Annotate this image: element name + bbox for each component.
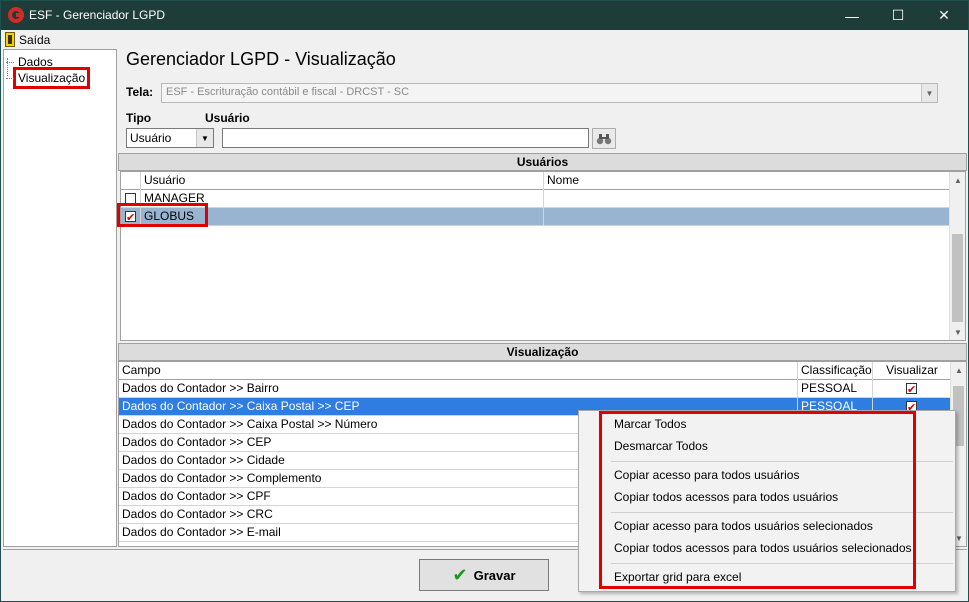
menu-separator — [611, 512, 953, 513]
cell-classificacao: PESSOAL — [798, 380, 873, 398]
menu-separator — [611, 563, 953, 564]
scroll-up-icon[interactable]: ▲ — [950, 172, 965, 188]
app-logo-icon — [8, 7, 24, 23]
gravar-label: Gravar — [473, 567, 516, 583]
col-campo[interactable]: Campo — [119, 362, 798, 380]
globus-highlight — [117, 203, 208, 227]
menu-item-exportar-excel[interactable]: Exportar grid para excel — [614, 567, 741, 587]
cell-nome — [544, 190, 951, 208]
tree-item-visualizacao[interactable]: Visualização — [5, 67, 91, 89]
row-checkbox[interactable] — [125, 193, 136, 204]
checkmark-icon: ✔ — [452, 564, 468, 586]
menu-item-copiar-acesso-selecionados[interactable]: Copiar acesso para todos usuários seleci… — [614, 516, 873, 536]
title-bar[interactable]: ESF - Gerenciador LGPD — ☐ ✕ — [1, 1, 968, 30]
vis-grid-header: Campo Classificação Visualizar — [119, 362, 952, 380]
tree-connector — [7, 58, 8, 76]
menu-item-copiar-todos-acessos-todos[interactable]: Copiar todos acessos para todos usuários — [614, 487, 838, 507]
window-title: ESF - Gerenciador LGPD — [29, 8, 166, 22]
scroll-thumb[interactable] — [952, 234, 963, 322]
cell-campo: Dados do Contador >> Bairro — [119, 380, 798, 398]
maximize-button[interactable]: ☐ — [875, 1, 921, 30]
menu-item-copiar-acesso-todos[interactable]: Copiar acesso para todos usuários — [614, 465, 799, 485]
menu-item-copiar-todos-acessos-selecionados[interactable]: Copiar todos acessos para todos usuários… — [614, 538, 912, 558]
binoculars-icon — [596, 133, 612, 144]
search-binoculars-button[interactable] — [592, 128, 616, 149]
menu-exit[interactable]: Saída — [5, 31, 50, 48]
col-visualizar[interactable]: Visualizar — [873, 362, 952, 380]
scroll-down-icon[interactable]: ▼ — [950, 324, 965, 340]
minimize-button[interactable]: — — [829, 1, 875, 30]
exit-door-icon — [5, 32, 15, 47]
users-vscrollbar[interactable]: ▲ ▼ — [949, 172, 965, 340]
col-classificacao[interactable]: Classificação — [798, 362, 873, 380]
col-nome[interactable]: Nome — [544, 172, 951, 190]
menu-separator — [611, 461, 953, 462]
menu-bar: Saída — [1, 30, 968, 49]
tipo-label: Tipo — [126, 111, 152, 125]
cell-visualizar — [873, 380, 952, 398]
visualizar-checkbox[interactable] — [906, 381, 917, 398]
tree-item-dados[interactable]: Dados — [6, 54, 55, 70]
vis-section-header: Visualização — [118, 343, 967, 361]
context-menu: Marcar Todos Desmarcar Todos Copiar aces… — [578, 410, 956, 592]
navigation-tree: Dados Visualização — [3, 49, 117, 547]
header-checkbox-col — [121, 172, 141, 190]
tipo-combo[interactable]: Usuário ▼ — [126, 128, 214, 148]
menu-exit-label: Saída — [19, 32, 51, 47]
usuario-label: Usuário — [205, 111, 250, 125]
table-row[interactable]: Dados do Contador >> Bairro PESSOAL — [119, 380, 952, 398]
table-row[interactable]: GLOBUS — [121, 208, 951, 226]
menu-item-marcar-todos[interactable]: Marcar Todos — [614, 414, 686, 434]
close-button[interactable]: ✕ — [921, 1, 967, 30]
chevron-down-icon[interactable]: ▼ — [196, 129, 213, 147]
tela-combo[interactable]: ESF - Escrituração contábil e fiscal - D… — [161, 83, 938, 103]
usuario-input[interactable] — [222, 128, 589, 148]
users-grid: Usuário Nome MANAGER GLOBUS ▲ ▼ — [120, 171, 966, 341]
tipo-combo-value: Usuário — [130, 131, 172, 145]
table-row[interactable]: MANAGER — [121, 190, 951, 208]
col-usuario[interactable]: Usuário — [141, 172, 544, 190]
menu-item-desmarcar-todos[interactable]: Desmarcar Todos — [614, 436, 708, 456]
app-window: ESF - Gerenciador LGPD — ☐ ✕ Saída Dados… — [0, 0, 969, 602]
chevron-down-icon[interactable]: ▼ — [921, 84, 937, 102]
scroll-up-icon[interactable]: ▲ — [951, 362, 966, 378]
cell-nome — [544, 208, 951, 226]
users-section-header: Usuários — [118, 153, 967, 171]
gravar-button[interactable]: ✔ Gravar — [419, 559, 549, 591]
users-grid-header: Usuário Nome — [121, 172, 951, 190]
page-title: Gerenciador LGPD - Visualização — [126, 49, 396, 69]
tela-combo-value: ESF - Escrituração contábil e fiscal - D… — [166, 86, 410, 98]
tela-label: Tela: — [126, 85, 154, 99]
